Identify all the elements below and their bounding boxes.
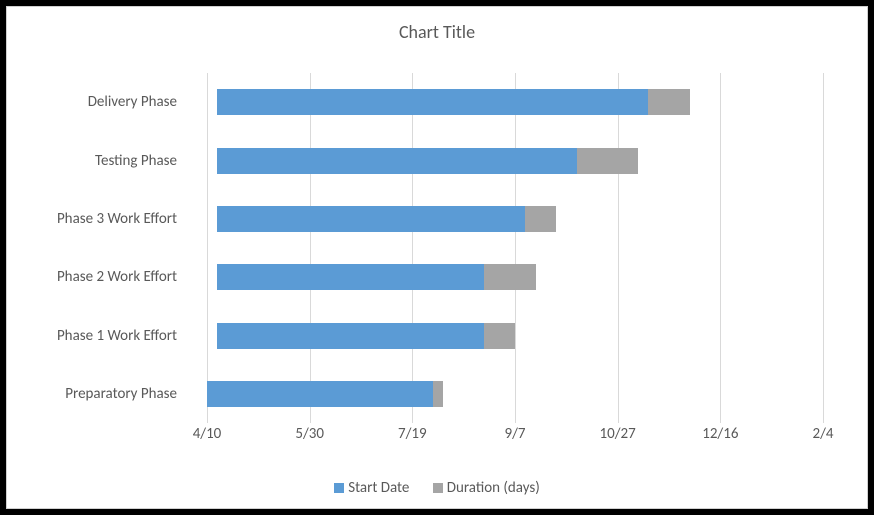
x-axis-label: 7/19 [382, 425, 442, 443]
bar-segment-duration [433, 381, 443, 407]
bar-segment-start [207, 381, 433, 407]
legend: Start Date Duration (days) [7, 479, 867, 498]
legend-item-duration: Duration (days) [433, 479, 540, 497]
gridline [720, 73, 721, 423]
x-axis-label: 10/27 [588, 425, 648, 443]
y-axis-label: Testing Phase [7, 148, 187, 174]
x-axis-label: 12/16 [690, 425, 750, 443]
x-axis-label: 4/10 [177, 425, 237, 443]
bar-segment-start [217, 206, 525, 232]
gridline [207, 73, 208, 423]
y-axis-label: Phase 3 Work Effort [7, 206, 187, 232]
y-axis-label: Delivery Phase [7, 89, 187, 115]
legend-item-start: Start Date [334, 479, 409, 497]
square-icon [433, 483, 443, 493]
chart-title: Chart Title [7, 21, 867, 43]
bar-row [207, 381, 823, 407]
bar-row [207, 89, 823, 115]
bar-segment-start [217, 323, 484, 349]
bar-row [207, 323, 823, 349]
legend-label: Duration (days) [447, 479, 540, 497]
plot-area [207, 73, 823, 423]
bar-segment-duration [648, 89, 689, 115]
gridline [823, 73, 824, 423]
y-axis-label: Phase 2 Work Effort [7, 264, 187, 290]
bar-row [207, 206, 823, 232]
gridline [412, 73, 413, 423]
x-axis-label: 5/30 [280, 425, 340, 443]
legend-label: Start Date [348, 479, 409, 497]
bar-segment-duration [484, 264, 535, 290]
y-axis-label: Phase 1 Work Effort [7, 323, 187, 349]
gridline [515, 73, 516, 423]
bar-segment-duration [577, 148, 639, 174]
bar-segment-start [217, 89, 648, 115]
bar-row [207, 264, 823, 290]
gridline [310, 73, 311, 423]
bar-segment-duration [525, 206, 556, 232]
gridline [618, 73, 619, 423]
chart-container: Chart Title Start Date Duration (days) P… [6, 6, 868, 509]
x-axis-label: 2/4 [793, 425, 853, 443]
x-axis-label: 9/7 [485, 425, 545, 443]
bar-segment-start [217, 148, 576, 174]
bar-row [207, 148, 823, 174]
bar-segment-start [217, 264, 484, 290]
square-icon [334, 483, 344, 493]
bar-segment-duration [484, 323, 515, 349]
y-axis-label: Preparatory Phase [7, 381, 187, 407]
